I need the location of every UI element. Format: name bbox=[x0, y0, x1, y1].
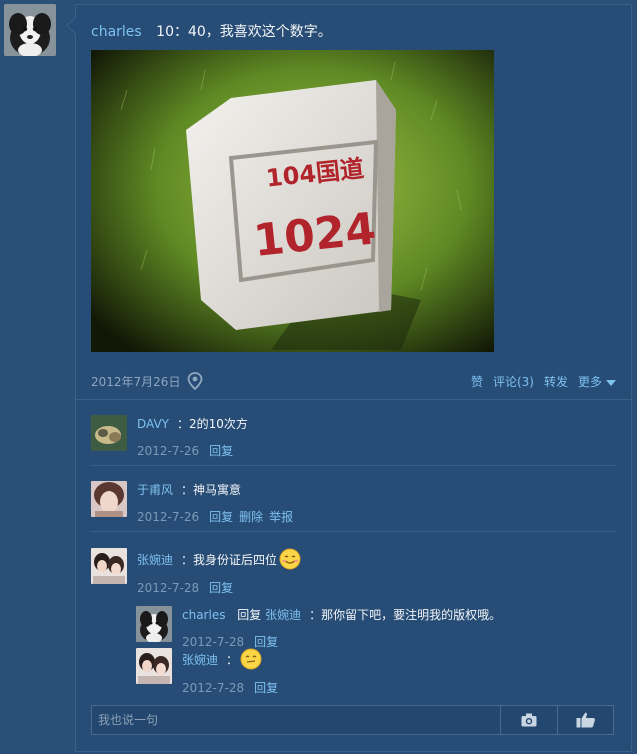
comment-avatar[interactable] bbox=[91, 415, 127, 451]
comment-avatar[interactable] bbox=[91, 481, 127, 517]
comment-separator bbox=[91, 465, 616, 466]
comment-text: ：神马寓意 bbox=[181, 483, 242, 497]
post-card: charles 10：40，我喜欢这个数字。 104国道 1024 2012年7… bbox=[66, 4, 632, 752]
comment-body: 于甫风 ：神马寓意 2012-7-26 回复 删除 举报 bbox=[137, 481, 607, 525]
smile-emoji-icon bbox=[279, 548, 301, 573]
author-avatar[interactable] bbox=[4, 4, 56, 56]
comment-meta: 2012-7-28 回复 bbox=[137, 579, 607, 596]
comment-text: ：我身份证后四位 bbox=[181, 553, 278, 567]
reply-body: charles 回复 张婉迪 ：那你留下吧，要注明我的版权哦。 2012-7-28… bbox=[182, 606, 592, 650]
reply-author[interactable]: charles bbox=[182, 608, 225, 622]
reply-line: 张婉迪 ： bbox=[182, 648, 592, 673]
forward-button[interactable]: 转发 bbox=[544, 373, 568, 390]
reply-author[interactable]: 张婉迪 bbox=[182, 653, 218, 667]
comment-meta: 2012-7-26 回复 删除 举报 bbox=[137, 508, 607, 525]
location-pin-icon[interactable] bbox=[187, 372, 203, 391]
post-photo[interactable]: 104国道 1024 bbox=[91, 50, 494, 352]
comment-date: 2012-7-28 bbox=[137, 581, 200, 595]
comment-input-box bbox=[91, 705, 614, 735]
comment-meta: 2012-7-26 回复 bbox=[137, 442, 607, 459]
reply-text: ：那你留下吧，要注明我的版权哦。 bbox=[309, 608, 502, 622]
reply-word: 回复 bbox=[237, 608, 262, 622]
comment-separator bbox=[91, 531, 616, 532]
report-link[interactable]: 举报 bbox=[269, 510, 293, 524]
reply-date: 2012-7-28 bbox=[182, 635, 245, 649]
post-text: 10：40，我喜欢这个数字。 bbox=[156, 24, 332, 40]
comment-line: DAVY ：2的10次方 bbox=[137, 415, 607, 432]
reply-line: charles 回复 张婉迪 ：那你留下吧，要注明我的版权哦。 bbox=[182, 606, 592, 623]
post-date: 2012年7月26日 bbox=[91, 375, 181, 389]
comment-line: 于甫风 ：神马寓意 bbox=[137, 481, 607, 498]
comment-author[interactable]: 于甫风 bbox=[137, 483, 173, 497]
reply-link[interactable]: 回复 bbox=[254, 681, 278, 695]
comment-line: 张婉迪 ：我身份证后四位 bbox=[137, 548, 607, 573]
camera-icon bbox=[521, 713, 537, 730]
more-button[interactable]: 更多 bbox=[578, 373, 616, 390]
comment-date: 2012-7-26 bbox=[137, 510, 200, 524]
comment-date: 2012-7-26 bbox=[137, 444, 200, 458]
reply-date: 2012-7-28 bbox=[182, 681, 245, 695]
reply-link[interactable]: 回复 bbox=[209, 581, 233, 595]
comment-author[interactable]: DAVY bbox=[137, 417, 169, 431]
section-divider bbox=[76, 399, 631, 400]
more-label: 更多 bbox=[577, 375, 602, 389]
reply-meta: 2012-7-28 回复 bbox=[182, 679, 592, 696]
thumbs-up-button[interactable] bbox=[557, 706, 614, 734]
comment-button[interactable]: 评论(3) bbox=[493, 373, 534, 390]
post-header: charles 10：40，我喜欢这个数字。 bbox=[91, 21, 332, 41]
comment-body: 张婉迪 ：我身份证后四位 2012-7-28 回复 bbox=[137, 548, 607, 596]
post-author-link[interactable]: charles bbox=[91, 24, 142, 40]
delete-link[interactable]: 删除 bbox=[239, 510, 263, 524]
reply-link[interactable]: 回复 bbox=[254, 635, 278, 649]
thumbs-up-icon bbox=[576, 712, 596, 731]
reply-target[interactable]: 张婉迪 bbox=[265, 608, 301, 622]
comment-avatar[interactable] bbox=[91, 548, 127, 584]
like-button[interactable]: 赞 bbox=[471, 373, 483, 390]
reply-text: ： bbox=[226, 653, 239, 667]
comment-input[interactable] bbox=[92, 706, 512, 734]
comment-text: ：2的10次方 bbox=[177, 417, 248, 431]
card-pointer bbox=[66, 16, 85, 35]
reply-link[interactable]: 回复 bbox=[209, 510, 233, 524]
camera-button[interactable] bbox=[500, 706, 557, 734]
reply-avatar[interactable] bbox=[136, 606, 172, 642]
post-meta: 2012年7月26日 赞 评论(3) 转发 更多 bbox=[91, 372, 616, 393]
comment-body: DAVY ：2的10次方 2012-7-26 回复 bbox=[137, 415, 607, 459]
post-actions: 赞 评论(3) 转发 更多 bbox=[471, 373, 616, 390]
smile-emoji-icon bbox=[240, 648, 262, 673]
comment-author[interactable]: 张婉迪 bbox=[137, 553, 173, 567]
reply-body: 张婉迪 ： 2012-7-28 回复 bbox=[182, 648, 592, 696]
reply-avatar[interactable] bbox=[136, 648, 172, 684]
reply-link[interactable]: 回复 bbox=[209, 444, 233, 458]
caret-down-icon bbox=[606, 379, 616, 386]
